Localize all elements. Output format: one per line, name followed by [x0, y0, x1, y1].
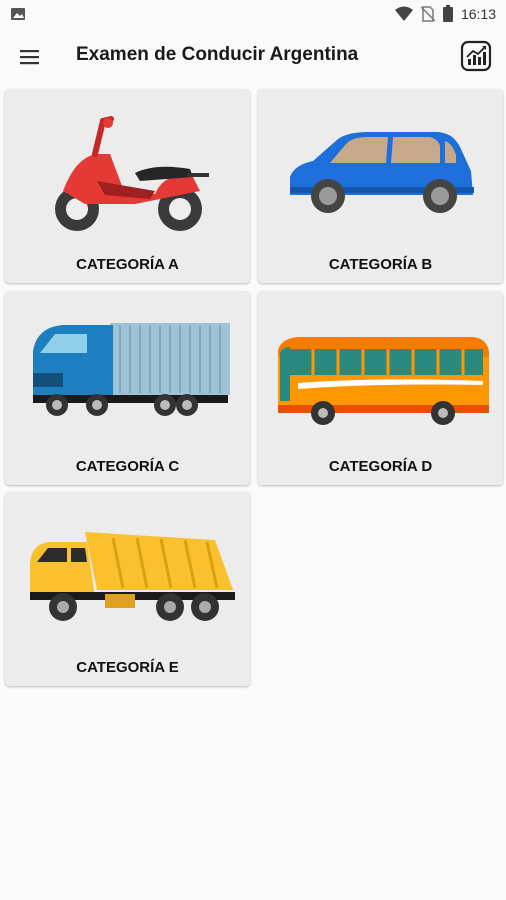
- hamburger-menu-icon[interactable]: [18, 45, 42, 69]
- category-card-b[interactable]: CATEGORÍA B: [258, 89, 503, 283]
- app-bar: Examen de Conducir Argentina: [0, 28, 506, 84]
- car-icon: [290, 132, 474, 213]
- status-bar: 16:13: [0, 0, 506, 28]
- category-label: CATEGORÍA B: [328, 256, 433, 273]
- battery-icon: [442, 5, 453, 22]
- no-sim-icon: [420, 5, 435, 22]
- app-title: Examen de Conducir Argentina: [76, 44, 359, 65]
- category-card-a[interactable]: CATEGORÍA A: [5, 89, 250, 283]
- clock: 16:13: [460, 5, 496, 22]
- category-label: CATEGORÍA A: [76, 256, 179, 273]
- category-label: CATEGORÍA C: [75, 458, 180, 475]
- category-label: CATEGORÍA E: [76, 659, 179, 676]
- bus-icon: [278, 337, 489, 425]
- truck-icon: [33, 323, 230, 416]
- category-card-d[interactable]: CATEGORÍA D: [258, 291, 503, 485]
- gallery-icon: [11, 8, 25, 20]
- dump-truck-icon: [30, 532, 235, 621]
- wifi-icon: [394, 6, 413, 21]
- category-card-e[interactable]: CATEGORÍA E: [5, 492, 250, 686]
- category-card-c[interactable]: CATEGORÍA C: [5, 291, 250, 485]
- stats-chart-icon[interactable]: [460, 40, 492, 72]
- motorcycle-icon: [55, 116, 209, 231]
- category-label: CATEGORÍA D: [328, 458, 433, 475]
